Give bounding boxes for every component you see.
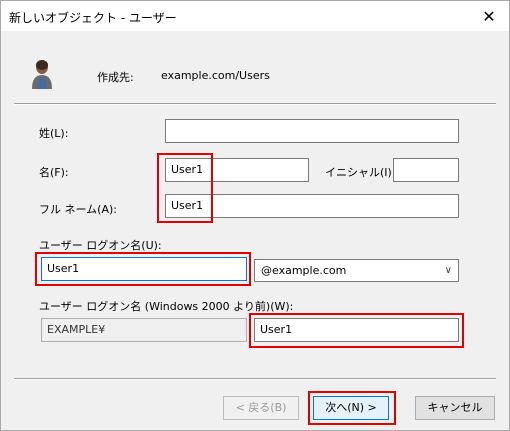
upn-suffix-value: @example.com [261, 264, 347, 277]
last-name-field[interactable] [165, 119, 459, 143]
highlight-pre2000-name [249, 313, 464, 348]
create-in-path: example.com/Users [161, 69, 270, 82]
top-divider [14, 103, 496, 105]
title-bar: 新しいオブジェクト - ユーザー ✕ [1, 1, 509, 31]
highlight-logon-name [35, 252, 251, 286]
chevron-down-icon: ∨ [444, 265, 452, 276]
domain-prefix-field: EXAMPLE¥ [41, 318, 247, 342]
close-button[interactable]: ✕ [469, 1, 509, 31]
initials-label: イニシャル(I): [325, 166, 396, 179]
logon-name-label: ユーザー ログオン名(U): [39, 239, 162, 252]
full-name-label: フル ネーム(A): [39, 203, 117, 216]
logon-name-pre2000-label: ユーザー ログオン名 (Windows 2000 より前)(W): [39, 300, 294, 313]
upn-suffix-dropdown[interactable]: @example.com ∨ [254, 259, 459, 282]
cancel-button[interactable]: キャンセル [415, 396, 495, 420]
window-title: 新しいオブジェクト - ユーザー [9, 11, 177, 25]
highlight-name-fields [157, 153, 213, 223]
last-name-label: 姓(L): [39, 127, 69, 140]
back-button[interactable]: < 戻る(B) [223, 396, 299, 420]
initials-field[interactable] [393, 158, 459, 182]
first-name-label: 名(F): [39, 166, 69, 179]
highlight-next-button [308, 391, 396, 425]
create-in-label: 作成先: [97, 71, 134, 84]
new-object-user-dialog: 新しいオブジェクト - ユーザー ✕ 作成先: example.com/User… [0, 0, 510, 431]
user-icon [32, 60, 52, 89]
bottom-divider [14, 378, 496, 380]
